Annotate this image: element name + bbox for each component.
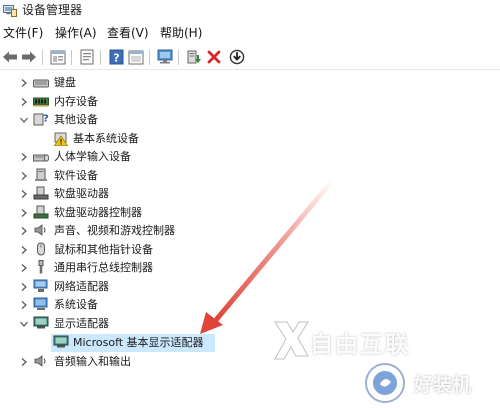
tree-item-audio-io[interactable]: 音频输入和输出 <box>0 353 500 371</box>
display-device-icon <box>53 335 69 348</box>
hid-icon <box>33 154 49 162</box>
monitor-icon[interactable] <box>156 48 174 66</box>
tree-item-floppy-drives[interactable]: 软盘驱动器 <box>0 185 500 203</box>
chevron-right-icon[interactable] <box>19 357 29 367</box>
tree-item-memory-device[interactable]: 内存设备 <box>0 93 500 111</box>
menu-file[interactable]: 文件(F) <box>3 25 43 41</box>
chevron-right-icon[interactable] <box>19 152 29 162</box>
update-driver-icon[interactable] <box>185 48 203 66</box>
details-icon[interactable] <box>127 48 145 66</box>
toolbar-separator <box>42 50 43 65</box>
help-icon[interactable]: ? <box>107 48 125 66</box>
svg-text:?: ? <box>43 114 49 125</box>
tree-item-display-adapters[interactable]: 显示适配器 <box>0 315 500 333</box>
tree-item-label: 声音、视频和游戏控制器 <box>54 224 175 237</box>
tree-item-label: 显示适配器 <box>54 317 109 330</box>
chevron-right-icon[interactable] <box>19 208 29 218</box>
chevron-right-icon[interactable] <box>19 189 29 199</box>
mouse-icon <box>37 242 45 256</box>
tree-item-label: 内存设备 <box>54 95 98 108</box>
menu-view[interactable]: 查看(V) <box>107 25 149 41</box>
device-tree: 键盘 内存设备 ? 其他设备 基本系统设备 人体学输入设备 软件设备 软盘驱动器 <box>0 70 500 408</box>
device-manager-icon <box>3 5 17 17</box>
tree-item-label: 基本系统设备 <box>73 132 139 145</box>
menu-bar: 文件(F) 操作(A) 查看(V) 帮助(H) <box>0 22 500 44</box>
chevron-right-icon[interactable] <box>19 171 29 181</box>
svg-text:?: ? <box>113 52 119 65</box>
chevron-down-icon[interactable] <box>19 319 29 329</box>
window-title: 设备管理器 <box>22 3 83 17</box>
title-bar: 设备管理器 <box>0 0 500 22</box>
tree-item-keyboard[interactable]: 键盘 <box>0 74 500 92</box>
chevron-right-icon[interactable] <box>19 300 29 310</box>
menu-help[interactable]: 帮助(H) <box>160 25 202 41</box>
chevron-down-icon[interactable] <box>19 115 29 125</box>
chevron-right-icon[interactable] <box>19 78 29 88</box>
tree-item-floppy-controllers[interactable]: 软盘驱动器控制器 <box>0 204 500 222</box>
chevron-right-icon[interactable] <box>19 97 29 107</box>
chevron-right-icon[interactable] <box>19 245 29 255</box>
unknown-device-icon: ? <box>33 113 49 126</box>
toolbar: ? <box>0 44 500 70</box>
uninstall-icon[interactable] <box>205 48 223 66</box>
tree-item-software-devices[interactable]: 软件设备 <box>0 167 500 185</box>
tree-item-label: 音频输入和输出 <box>54 355 131 368</box>
audio-io-icon <box>34 355 46 367</box>
tree-item-label: 其他设备 <box>54 113 98 126</box>
toolbar-separator <box>100 50 101 65</box>
tree-item-microsoft-basic-display-adapter[interactable]: Microsoft 基本显示适配器 <box>51 334 215 352</box>
network-adapter-icon <box>33 279 48 292</box>
haozhuangji-logo-icon <box>365 363 405 403</box>
tree-item-hid[interactable]: 人体学输入设备 <box>0 148 500 166</box>
tree-item-label: 键盘 <box>54 76 76 89</box>
tree-item-label: 通用串行总线控制器 <box>54 261 153 274</box>
memory-device-icon <box>33 97 49 107</box>
tree-item-label: 软件设备 <box>54 169 98 182</box>
tree-item-usb-controllers[interactable]: 通用串行总线控制器 <box>0 259 500 277</box>
software-device-icon <box>35 168 47 181</box>
usb-icon <box>38 260 44 274</box>
tree-item-label: 人体学输入设备 <box>54 150 131 163</box>
display-adapter-icon <box>33 316 49 329</box>
back-icon[interactable] <box>1 48 19 66</box>
properties-icon[interactable] <box>78 48 96 66</box>
tree-item-label: Microsoft 基本显示适配器 <box>73 336 204 349</box>
tree-item-base-system-device[interactable]: 基本系统设备 <box>0 130 500 148</box>
toolbar-separator <box>149 50 150 65</box>
forward-icon[interactable] <box>20 48 38 66</box>
warning-device-icon <box>53 132 69 146</box>
tree-item-sound-video-game[interactable]: 声音、视频和游戏控制器 <box>0 222 500 240</box>
tree-item-label: 软盘驱动器控制器 <box>54 206 142 219</box>
ziyou-logo-icon <box>274 321 309 360</box>
chevron-right-icon[interactable] <box>19 263 29 273</box>
tree-item-label: 软盘驱动器 <box>54 187 109 200</box>
sound-icon <box>34 224 46 236</box>
chevron-right-icon[interactable] <box>19 282 29 292</box>
toolbar-separator <box>71 50 72 65</box>
scan-download-icon[interactable] <box>228 48 246 66</box>
tree-item-label: 网络适配器 <box>54 280 109 293</box>
watermark-site: 好装机 <box>414 374 472 396</box>
tree-item-system-devices[interactable]: 系统设备 <box>0 296 500 314</box>
system-device-icon <box>33 297 48 310</box>
menu-action[interactable]: 操作(A) <box>55 25 97 41</box>
tree-item-network-adapters[interactable]: 网络适配器 <box>0 278 500 296</box>
watermark-brand: 自由互联 <box>310 332 410 358</box>
chevron-right-icon[interactable] <box>19 226 29 236</box>
keyboard-icon <box>33 79 49 88</box>
show-hide-console-tree-icon[interactable] <box>49 48 67 66</box>
floppy-drive-icon <box>33 186 49 200</box>
tree-item-label: 鼠标和其他指针设备 <box>54 243 153 256</box>
tree-item-mice[interactable]: 鼠标和其他指针设备 <box>0 241 500 259</box>
tree-item-label: 系统设备 <box>54 298 98 311</box>
toolbar-separator <box>178 50 179 65</box>
tree-item-other-devices[interactable]: ? 其他设备 <box>0 111 500 129</box>
floppy-controller-icon <box>33 205 49 219</box>
